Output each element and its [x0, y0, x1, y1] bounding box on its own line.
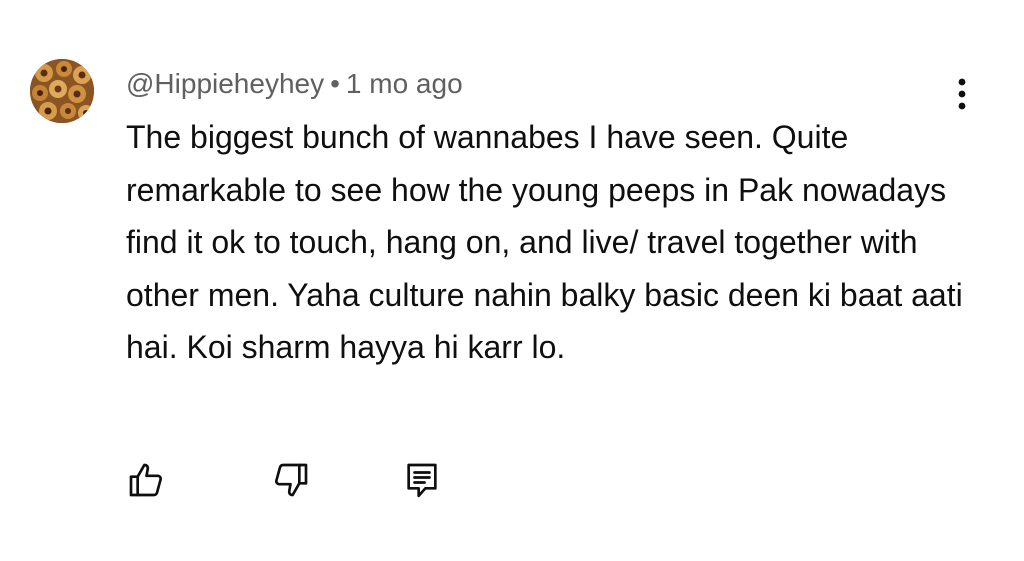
comment-time[interactable]: 1 mo ago: [346, 68, 463, 99]
avatar[interactable]: [30, 59, 94, 123]
thumbs-up-icon: [129, 463, 162, 497]
reply-button[interactable]: [394, 452, 450, 508]
more-vert-icon: [958, 78, 966, 110]
comment-text: The biggest bunch of wannabes I have see…: [126, 119, 963, 365]
comment-meta: @Hippieheyhey • 1 mo ago: [126, 64, 463, 104]
comment-item: @Hippieheyhey • 1 mo ago The biggest bunch…: [0, 0, 1024, 561]
more-options-button[interactable]: [942, 70, 982, 118]
dislike-button[interactable]: [263, 452, 319, 508]
meta-separator: •: [330, 68, 340, 99]
comment-author[interactable]: @Hippieheyhey: [126, 68, 324, 99]
thumbs-down-icon: [275, 463, 308, 497]
avatar-image: [30, 59, 94, 123]
reply-comment-icon: [407, 463, 437, 498]
like-button[interactable]: [118, 452, 174, 508]
